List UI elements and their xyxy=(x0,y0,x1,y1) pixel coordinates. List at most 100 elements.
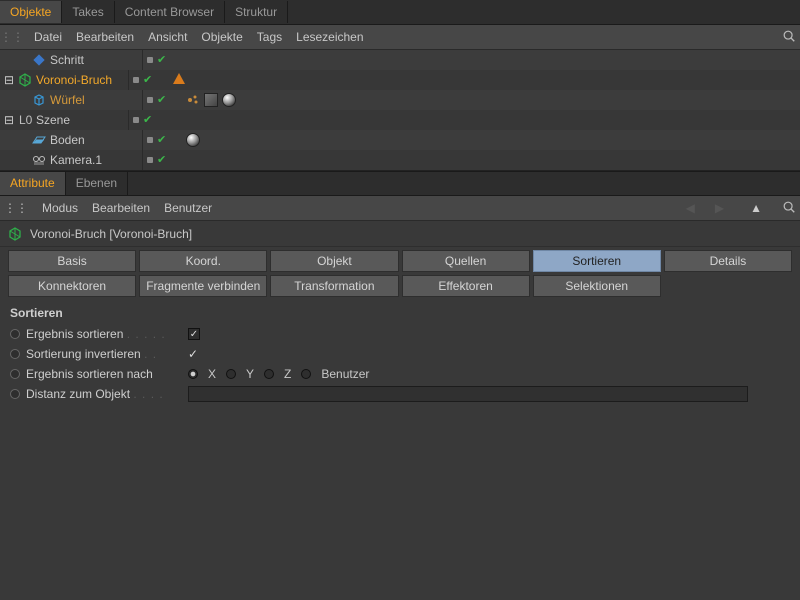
tree-row-floor[interactable]: ▸ Boden ✔ xyxy=(0,130,800,150)
prop-sort-by: Ergebnis sortieren nach X Y Z Benutzer xyxy=(10,364,790,384)
section-header: Sortieren xyxy=(0,300,800,322)
subtab-connectors[interactable]: Konnektoren xyxy=(8,275,136,297)
tab-attributes[interactable]: Attribute xyxy=(0,172,66,195)
collapse-icon[interactable]: ⊟ xyxy=(4,75,14,85)
radio-y-label: Y xyxy=(246,367,254,381)
subtab-sort[interactable]: Sortieren xyxy=(533,250,661,272)
subtab-object[interactable]: Objekt xyxy=(270,250,398,272)
tree-row-camera[interactable]: ▸ Kamera.1 ✔ xyxy=(0,150,800,170)
tree-row-scene[interactable]: ⊟ L0 Szene ✔ xyxy=(0,110,800,130)
prop-label: Ergebnis sortieren nach xyxy=(26,367,153,381)
radio-z[interactable] xyxy=(264,369,274,379)
visibility-flags[interactable]: ✔ xyxy=(128,70,166,90)
tab-objects[interactable]: Objekte xyxy=(0,1,62,23)
object-name: Boden xyxy=(50,133,85,147)
object-name: Würfel xyxy=(50,93,85,107)
visibility-flags[interactable]: ✔ xyxy=(142,90,180,110)
prop-distance-object: Distanz zum Objekt . . . . xyxy=(10,384,790,404)
menu-tags[interactable]: Tags xyxy=(257,30,282,44)
voronoi-icon xyxy=(8,227,22,241)
prop-label: Ergebnis sortieren xyxy=(26,327,123,341)
object-title-row: Voronoi-Bruch [Voronoi-Bruch] xyxy=(0,221,800,247)
object-title: Voronoi-Bruch [Voronoi-Bruch] xyxy=(30,227,192,241)
material-tag-icon[interactable] xyxy=(186,133,200,147)
warning-icon xyxy=(172,72,186,89)
subtab-sources[interactable]: Quellen xyxy=(402,250,530,272)
menu-view[interactable]: Ansicht xyxy=(148,30,187,44)
top-tabs: Objekte Takes Content Browser Struktur xyxy=(0,0,800,25)
collapse-icon[interactable]: ⊟ xyxy=(4,115,14,125)
search-icon[interactable] xyxy=(782,29,796,46)
radio-z-label: Z xyxy=(284,367,291,381)
visibility-flags[interactable]: ✔ xyxy=(142,50,180,70)
nav-forward-icon[interactable]: ▶ xyxy=(715,201,724,215)
nav-back-icon[interactable]: ◀ xyxy=(686,201,695,215)
radio-x[interactable] xyxy=(188,369,198,379)
subtab-selections[interactable]: Selektionen xyxy=(533,275,661,297)
keyframe-diamond-icon xyxy=(32,53,46,67)
subtab-basic[interactable]: Basis xyxy=(8,250,136,272)
subtab-details[interactable]: Details xyxy=(664,250,792,272)
search-icon[interactable] xyxy=(782,200,796,217)
voronoi-icon xyxy=(18,73,32,87)
menu-objects[interactable]: Objekte xyxy=(201,30,242,44)
radio-user[interactable] xyxy=(301,369,311,379)
object-name: Kamera.1 xyxy=(50,153,102,167)
prop-label: Distanz zum Objekt xyxy=(26,387,130,401)
attribute-subtabs: Basis Koord. Objekt Quellen Sortieren De… xyxy=(0,247,800,300)
object-name: Szene xyxy=(36,113,70,127)
tab-content-browser[interactable]: Content Browser xyxy=(115,1,225,23)
checkbox-invert-sort[interactable]: ✓ xyxy=(188,347,198,361)
checkbox-sort-result[interactable] xyxy=(188,328,200,340)
menu-user[interactable]: Benutzer xyxy=(164,201,212,215)
menu-mode[interactable]: Modus xyxy=(42,201,78,215)
keyframe-dot-icon[interactable] xyxy=(10,389,20,399)
svg-text:L0: L0 xyxy=(19,113,32,127)
tree-row-voronoi[interactable]: ⊟ Voronoi-Bruch ✔ xyxy=(0,70,800,90)
menu-edit[interactable]: Bearbeiten xyxy=(92,201,150,215)
prop-invert-sort: Sortierung invertieren . . ✓ xyxy=(10,344,790,364)
subtab-empty xyxy=(664,275,792,297)
property-list: Ergebnis sortieren . . . . . Sortierung … xyxy=(0,322,800,406)
subtab-connect-frag[interactable]: Fragmente verbinden xyxy=(139,275,267,297)
visibility-flags[interactable]: ✔ xyxy=(142,130,180,150)
tab-takes[interactable]: Takes xyxy=(62,1,114,23)
radio-y[interactable] xyxy=(226,369,236,379)
tab-structure[interactable]: Struktur xyxy=(225,1,288,23)
null-icon: L0 xyxy=(18,113,32,127)
subtab-effectors[interactable]: Effektoren xyxy=(402,275,530,297)
object-tree: ▸ Schritt ✔ ⊟ Voronoi-Bruch ✔ ▸ Würfe xyxy=(0,50,800,171)
drag-grip-icon: ⋮⋮ xyxy=(4,30,20,44)
keyframe-dot-icon[interactable] xyxy=(10,329,20,339)
visibility-flags[interactable]: ✔ xyxy=(128,110,166,130)
menu-bookmarks[interactable]: Lesezeichen xyxy=(296,30,363,44)
floor-icon xyxy=(32,133,46,147)
attribute-menubar: ⋮⋮ Modus Bearbeiten Benutzer ◀ ▶ ▲ xyxy=(0,196,800,221)
texture-tag-icon[interactable] xyxy=(204,93,218,107)
object-name: Schritt xyxy=(50,53,84,67)
distance-object-field[interactable] xyxy=(188,386,748,402)
subtab-coord[interactable]: Koord. xyxy=(139,250,267,272)
radio-user-label: Benutzer xyxy=(321,367,369,381)
menu-edit[interactable]: Bearbeiten xyxy=(76,30,134,44)
object-name: Voronoi-Bruch xyxy=(36,73,112,87)
particles-icon xyxy=(186,92,200,109)
keyframe-dot-icon[interactable] xyxy=(10,369,20,379)
tree-row-cube[interactable]: ▸ Würfel ✔ xyxy=(0,90,800,110)
menu-file[interactable]: Datei xyxy=(34,30,62,44)
subtab-transform[interactable]: Transformation xyxy=(270,275,398,297)
nav-up-icon[interactable]: ▲ xyxy=(750,201,762,215)
material-tag-icon[interactable] xyxy=(222,93,236,107)
objects-menubar: ⋮⋮ Datei Bearbeiten Ansicht Objekte Tags… xyxy=(0,25,800,50)
radio-x-label: X xyxy=(208,367,216,381)
sort-axis-radio-group: X Y Z Benutzer xyxy=(188,367,369,381)
drag-grip-icon: ⋮⋮ xyxy=(4,201,28,215)
tree-row-step[interactable]: ▸ Schritt ✔ xyxy=(0,50,800,70)
tab-layers[interactable]: Ebenen xyxy=(66,172,128,195)
camera-icon xyxy=(32,153,46,167)
prop-sort-result: Ergebnis sortieren . . . . . xyxy=(10,324,790,344)
cube-icon xyxy=(32,93,46,107)
keyframe-dot-icon[interactable] xyxy=(10,349,20,359)
visibility-flags[interactable]: ✔ xyxy=(142,150,180,170)
attribute-tabs: Attribute Ebenen xyxy=(0,171,800,196)
